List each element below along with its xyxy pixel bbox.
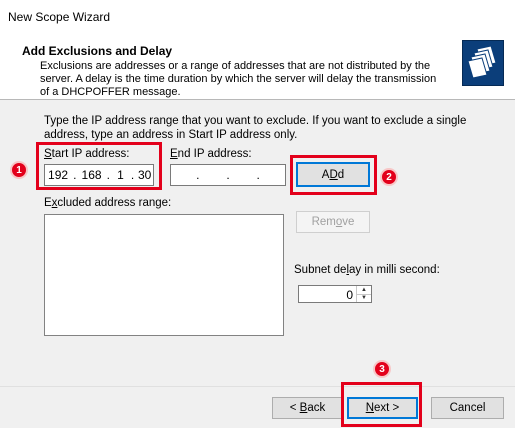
instruction-text: Type the IP address range that you want … <box>44 115 467 141</box>
spin-down-icon[interactable]: ▼ <box>357 294 371 302</box>
highlight-box-next <box>341 382 422 427</box>
scope-folder-icon <box>462 40 504 86</box>
remove-button[interactable]: Rem o ve <box>296 211 370 233</box>
page-description: Exclusions are addresses or a range of a… <box>40 60 437 98</box>
back-button[interactable]: < Back <box>272 397 343 419</box>
wizard-footer: < Back Next > Cancel <box>0 386 515 428</box>
page-title: Add Exclusions and Delay <box>22 44 173 58</box>
subnet-delay-label: Subnet delay in milli second: <box>294 264 440 276</box>
end-ip-label: End IP address: <box>170 148 252 160</box>
highlight-box-add <box>290 155 377 195</box>
step-2-badge: 2 <box>380 168 398 186</box>
spinner-buttons: ▲ ▼ <box>356 286 371 302</box>
wizard-header: Add Exclusions and Delay Exclusions are … <box>0 30 515 100</box>
excluded-range-list[interactable] <box>44 214 284 336</box>
title-bar: New Scope Wizard <box>0 0 515 30</box>
subnet-delay-spinner[interactable]: 0 ▲ ▼ <box>298 285 372 303</box>
highlight-box-start-ip <box>36 142 162 190</box>
octet-separator: . <box>226 168 230 182</box>
step-1-badge: 1 <box>10 161 28 179</box>
excluded-range-label: Excluded address range: <box>44 197 172 209</box>
step-3-badge: 3 <box>373 360 391 378</box>
window-title: New Scope Wizard <box>8 10 111 24</box>
subnet-delay-value[interactable]: 0 <box>346 288 353 302</box>
octet-separator: . <box>256 168 260 182</box>
cancel-button[interactable]: Cancel <box>431 397 504 419</box>
octet-separator: . <box>196 168 200 182</box>
end-ip-field[interactable]: . . . <box>170 164 286 186</box>
